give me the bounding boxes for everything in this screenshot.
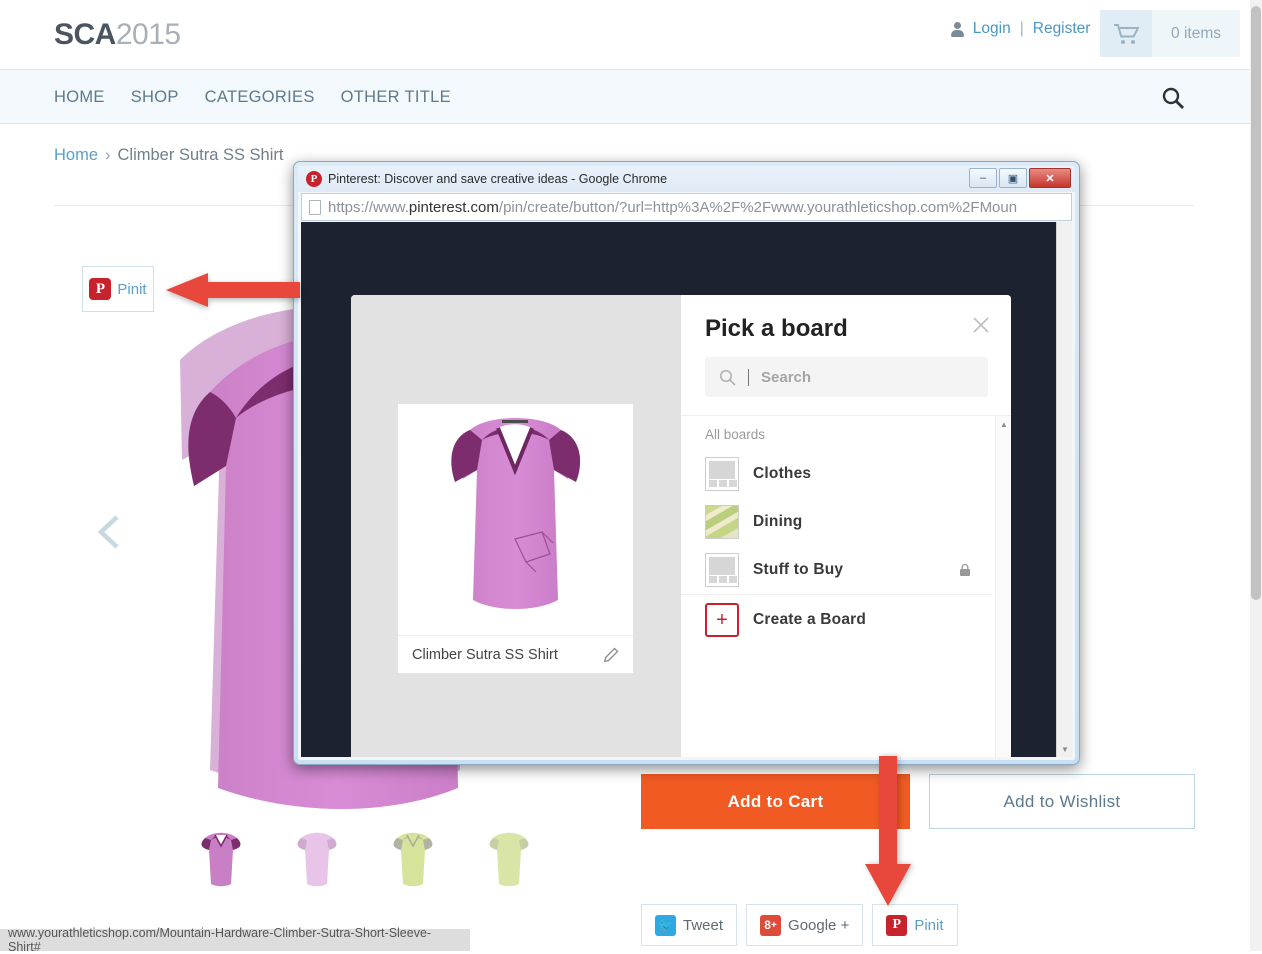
page-icon <box>309 199 321 215</box>
scroll-down-icon[interactable]: ▼ <box>1057 741 1072 757</box>
pinterest-modal: Climber Sutra SS Shirt Pick a board Sear… <box>351 295 1011 757</box>
breadcrumb-current: Climber Sutra SS Shirt <box>117 146 284 164</box>
pin-preview-caption-row: Climber Sutra SS Shirt <box>398 635 633 673</box>
url-prefix: https://www. <box>328 198 409 216</box>
cart-widget[interactable]: 0 items <box>1100 10 1240 57</box>
google-plus-button[interactable]: 8 + Google + <box>746 904 864 946</box>
breadcrumb: Home › Climber Sutra SS Shirt <box>54 146 283 165</box>
pinterest-icon: P <box>89 278 112 300</box>
window-title: Pinterest: Discover and save creative id… <box>328 172 668 186</box>
board-picker-panel: Pick a board Search All boards Clothes D… <box>681 295 1011 757</box>
board-item-dining[interactable]: Dining <box>705 498 802 546</box>
thumbnail-item[interactable] <box>291 828 343 890</box>
board-search-input[interactable]: Search <box>705 357 988 397</box>
google-plus-icon: 8 + <box>760 914 782 936</box>
pin-preview-caption: Climber Sutra SS Shirt <box>412 646 558 663</box>
register-link[interactable]: Register <box>1033 20 1091 38</box>
tweet-button[interactable]: 🐦 Tweet <box>641 904 738 946</box>
nav-item-shop[interactable]: SHOP <box>131 88 179 107</box>
main-navigation: HOME SHOP CATEGORIES OTHER TITLE <box>0 69 1250 124</box>
thumbnail-item[interactable] <box>195 828 247 890</box>
board-search-placeholder: Search <box>761 368 812 386</box>
twitter-icon: 🐦 <box>655 914 676 936</box>
search-icon[interactable] <box>1161 86 1185 110</box>
window-title-bar[interactable]: P Pinterest: Discover and save creative … <box>298 166 1075 192</box>
window-inner: P Pinterest: Discover and save creative … <box>298 166 1075 760</box>
nav-item-categories[interactable]: CATEGORIES <box>205 88 315 107</box>
add-to-wishlist-button[interactable]: Add to Wishlist <box>929 774 1195 829</box>
create-board-button[interactable]: + Create a Board <box>705 596 866 644</box>
board-item-clothes[interactable]: Clothes <box>705 450 811 498</box>
window-frame: P Pinterest: Discover and save creative … <box>293 161 1080 765</box>
modal-title: Pick a board <box>705 315 848 342</box>
breadcrumb-chevron-icon: › <box>105 146 111 164</box>
board-name: Stuff to Buy <box>753 561 844 578</box>
chrome-viewport: Climber Sutra SS Shirt Pick a board Sear… <box>301 222 1072 757</box>
pencil-icon[interactable] <box>603 647 619 663</box>
pinit-share-label: Pinit <box>914 916 944 934</box>
social-share-bar: 🐦 Tweet 8 + Google + P Pinit <box>641 904 958 946</box>
board-list-scrollbar[interactable]: ▲ ▼ <box>995 416 1011 757</box>
url-path: /pin/create/button/?url=http%3A%2F%2Fwww… <box>498 198 1018 216</box>
cart-icon <box>1100 10 1153 57</box>
board-name: Dining <box>753 513 803 530</box>
thumbnail-item[interactable] <box>387 828 439 890</box>
logo-bold: SCA <box>54 18 116 51</box>
minimize-button[interactable]: – <box>969 168 997 188</box>
arrow-pointing-to-pinit-share-button <box>861 756 915 908</box>
window-controls: – ▣ ✕ <box>969 168 1071 188</box>
lock-icon <box>959 563 971 577</box>
pinterest-icon: P <box>886 914 908 936</box>
list-divider <box>681 594 993 595</box>
thumbnail-item[interactable] <box>483 828 535 890</box>
plus-icon: + <box>705 603 739 637</box>
board-thumbnail <box>705 457 739 491</box>
chrome-popup-window[interactable]: P Pinterest: Discover and save creative … <box>293 161 1080 765</box>
scroll-up-icon[interactable]: ▲ <box>996 416 1011 432</box>
pin-preview-image <box>398 404 633 635</box>
board-item-stuff-to-buy[interactable]: Stuff to Buy <box>705 546 843 594</box>
nav-item-home[interactable]: HOME <box>54 88 105 107</box>
page-scrollbar[interactable] <box>1250 0 1262 951</box>
url-host: pinterest.com <box>408 198 499 216</box>
board-name: Clothes <box>753 465 812 482</box>
tweet-label: Tweet <box>683 916 724 934</box>
board-thumbnail <box>705 505 739 539</box>
status-bar: www.yourathleticshop.com/Mountain-Hardwa… <box>0 926 470 954</box>
logo-light: 2015 <box>115 18 181 51</box>
pin-preview-card[interactable]: Climber Sutra SS Shirt <box>397 403 634 674</box>
address-bar[interactable]: https://www.pinterest.com/pin/create/but… <box>301 193 1072 221</box>
google-plus-label: Google + <box>788 916 850 934</box>
maximize-button[interactable]: ▣ <box>999 168 1027 188</box>
pinit-label: Pinit <box>117 280 147 298</box>
board-thumbnail <box>705 553 739 587</box>
cart-count: 0 items <box>1152 10 1240 57</box>
search-icon <box>719 369 736 386</box>
gallery-prev-icon[interactable] <box>95 512 125 552</box>
site-header: SCA2015 Login | Register ▾ 0 items <box>0 0 1250 69</box>
login-link[interactable]: Login <box>973 20 1011 38</box>
board-list-label: All boards <box>705 427 766 442</box>
person-icon <box>950 21 964 37</box>
board-list: All boards Clothes Dining Stuff to Buy +… <box>681 415 1011 757</box>
address-bar-text: https://www.pinterest.com/pin/create/but… <box>328 199 1017 216</box>
pin-preview-panel: Climber Sutra SS Shirt <box>351 295 681 757</box>
pinterest-icon: P <box>306 171 322 187</box>
arrow-pointing-to-pinit-button <box>164 272 300 308</box>
nav-item-other-title[interactable]: OTHER TITLE <box>341 88 451 107</box>
page-scrollbar-thumb[interactable] <box>1251 6 1261 600</box>
close-button[interactable]: ✕ <box>1029 168 1071 188</box>
link-separator: | <box>1019 20 1024 37</box>
close-icon[interactable] <box>971 315 991 335</box>
site-logo[interactable]: SCA2015 <box>54 18 181 52</box>
breadcrumb-home[interactable]: Home <box>54 146 98 164</box>
chrome-scrollbar[interactable]: ▼ <box>1056 222 1072 757</box>
text-cursor <box>748 368 749 386</box>
create-board-label: Create a Board <box>753 611 867 628</box>
pinit-share-button[interactable]: P Pinit <box>872 904 958 946</box>
thumbnail-strip <box>195 828 535 890</box>
